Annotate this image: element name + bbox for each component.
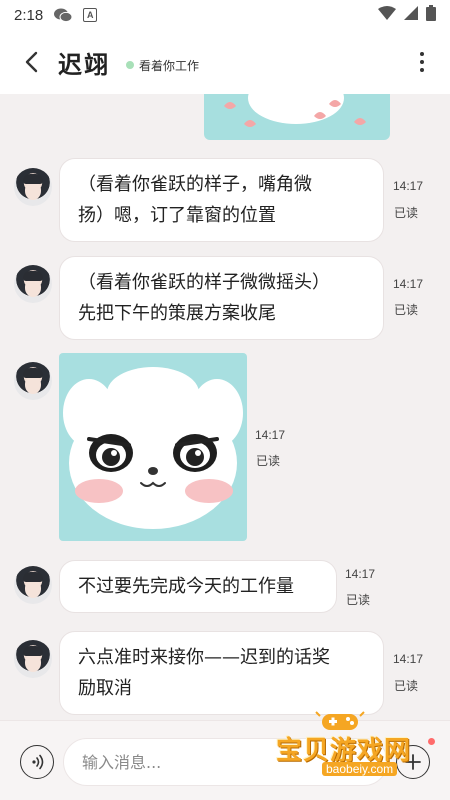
chevron-left-icon — [25, 51, 38, 73]
message-bubble[interactable]: 不过要先完成今天的工作量 — [59, 560, 337, 613]
read-receipt: 已读 — [394, 206, 419, 220]
avatar[interactable] — [14, 168, 52, 206]
message-input[interactable] — [63, 738, 388, 786]
cellular-icon — [404, 6, 418, 24]
avatar[interactable] — [14, 566, 52, 604]
add-attachment-button[interactable] — [396, 745, 430, 779]
message-time: 14:17 — [393, 277, 424, 291]
read-receipt: 已读 — [256, 454, 281, 468]
app-a-icon: A — [83, 8, 98, 22]
partial-sticker-image[interactable] — [204, 94, 390, 140]
chat-message-list[interactable]: （看着你雀跃的样子，嘴角微 扬）嗯，订了靠窗的位置 14:17 已读 （看着你雀… — [0, 94, 450, 720]
plus-icon — [405, 754, 421, 770]
avatar[interactable] — [14, 265, 52, 303]
message-time: 14:17 — [393, 652, 424, 666]
voice-input-button[interactable] — [20, 745, 54, 779]
read-receipt: 已读 — [394, 679, 419, 693]
avatar[interactable] — [14, 640, 52, 678]
message-bubble[interactable]: （看着你雀跃的样子，嘴角微 扬）嗯，订了靠窗的位置 — [59, 158, 384, 242]
read-receipt: 已读 — [346, 593, 371, 607]
more-options-button[interactable] — [410, 42, 434, 82]
puppy-sticker-image[interactable] — [59, 353, 247, 541]
wifi-icon — [378, 6, 396, 24]
status-time: 2:18 — [14, 6, 44, 24]
status-bar: 2:18 A — [0, 0, 450, 30]
chat-status-text: 看着你工作 — [139, 58, 200, 73]
battery-icon — [426, 5, 436, 25]
avatar[interactable] — [14, 362, 52, 400]
read-receipt: 已读 — [394, 303, 419, 317]
chat-header: 迟翊 看着你工作 — [0, 30, 450, 94]
wechat-icon — [53, 7, 73, 23]
chat-title[interactable]: 迟翊 — [58, 45, 110, 80]
message-time: 14:17 — [393, 179, 424, 193]
message-time: 14:17 — [345, 567, 376, 581]
notification-dot — [428, 738, 435, 745]
message-bubble[interactable]: （看着你雀跃的样子微微摇头） 先把下午的策展方案收尾 — [59, 256, 384, 340]
online-status-dot — [126, 61, 134, 69]
message-time: 14:17 — [255, 428, 286, 442]
back-button[interactable] — [16, 42, 46, 82]
voice-wave-icon — [32, 754, 44, 770]
message-input-bar — [0, 720, 450, 800]
message-bubble[interactable]: 六点准时来接你——迟到的话奖 励取消 — [59, 631, 384, 715]
